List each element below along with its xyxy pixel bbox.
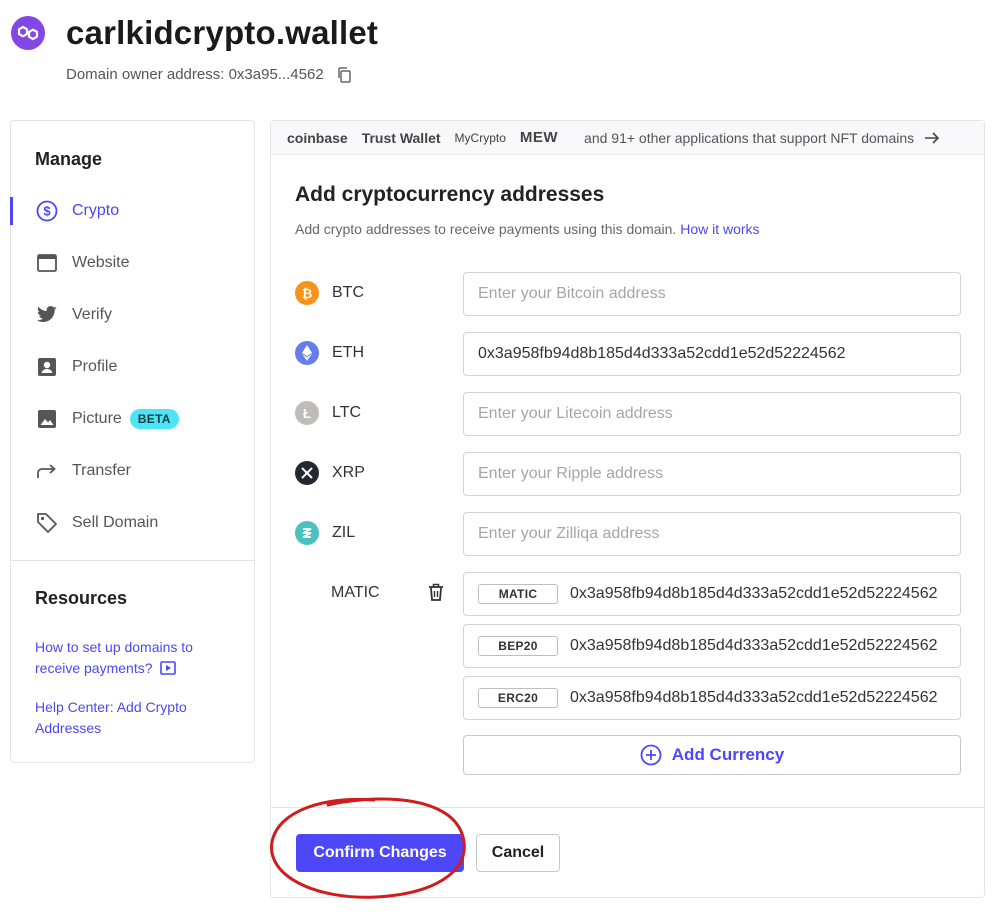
twitter-bird-icon <box>36 304 58 326</box>
sidebar-item-website[interactable]: Website <box>11 241 254 285</box>
plus-circle-icon <box>640 744 662 766</box>
currency-ticker: XRP <box>332 464 365 481</box>
price-tag-icon <box>36 512 58 534</box>
more-apps-link[interactable]: and 91+ other applications that support … <box>584 130 914 146</box>
copy-icon[interactable] <box>337 66 351 83</box>
forward-arrow-icon <box>36 460 58 482</box>
sidebar-item-label: Crypto <box>72 202 120 219</box>
currency-label-eth: ETH <box>295 341 364 365</box>
sidebar-item-crypto[interactable]: $ Crypto <box>10 189 254 233</box>
currency-ticker: BTC <box>332 284 364 301</box>
main-panel: coinbase Trust Wallet MyCrypto MEW and 9… <box>270 120 985 898</box>
how-it-works-link[interactable]: How it works <box>680 221 759 237</box>
add-currency-button[interactable]: Add Currency <box>463 735 961 775</box>
sidebar-item-label: Picture <box>72 410 122 427</box>
matic-chain-row[interactable]: MATIC <box>463 572 961 616</box>
confirm-changes-button[interactable]: Confirm Changes <box>296 834 464 872</box>
chain-tag: ERC20 <box>478 688 558 708</box>
sidebar-divider <box>11 560 254 561</box>
ethereum-icon <box>295 341 319 365</box>
sidebar-item-label: Website <box>72 254 130 271</box>
domain-title: carlkidcrypto.wallet <box>66 14 379 51</box>
currency-ticker: ZIL <box>332 524 356 541</box>
sidebar: Manage $ Crypto Website Verify Profile P… <box>10 120 255 763</box>
erc20-chain-address-input[interactable] <box>570 689 960 707</box>
video-play-icon <box>160 660 177 681</box>
resource-link-setup-payments[interactable]: How to set up domains to receive payment… <box>35 637 235 681</box>
sidebar-item-label: Verify <box>72 306 113 323</box>
sidebar-item-verify[interactable]: Verify <box>11 293 254 337</box>
chain-tag: BEP20 <box>478 636 558 656</box>
beta-badge: BETA <box>129 409 179 429</box>
chain-tag: MATIC <box>478 584 558 604</box>
section-subtitle: Add crypto addresses to receive payments… <box>295 221 760 237</box>
svg-text:Ł: Ł <box>303 406 311 420</box>
zilliqa-icon <box>295 521 319 545</box>
currency-label-btc: ₿ BTC <box>295 281 364 305</box>
owner-address-label: Domain owner address: 0x3a95...4562 <box>66 66 324 83</box>
app-mew: MEW <box>519 129 559 146</box>
manage-title: Manage <box>35 149 103 169</box>
sidebar-item-picture[interactable]: Picture BETA <box>11 397 254 441</box>
bep20-chain-row[interactable]: BEP20 <box>463 624 961 668</box>
currency-label-matic: MATIC <box>331 584 380 601</box>
xrp-address-input[interactable] <box>463 452 961 496</box>
footer-divider <box>271 807 984 808</box>
section-subtitle-text: Add crypto addresses to receive payments… <box>295 221 677 237</box>
polygon-logo-icon <box>11 16 45 50</box>
ltc-address-input[interactable] <box>463 392 961 436</box>
sidebar-item-label: Sell Domain <box>72 514 159 531</box>
bitcoin-icon: ₿ <box>295 281 319 305</box>
resources-title: Resources <box>35 588 128 608</box>
currency-label-ltc: Ł LTC <box>295 401 361 425</box>
sidebar-item-label: Transfer <box>72 462 131 479</box>
btc-address-input[interactable] <box>463 272 961 316</box>
app-trust-wallet: Trust Wallet <box>361 129 441 146</box>
cancel-button[interactable]: Cancel <box>476 834 560 872</box>
app-mycrypto: MyCrypto <box>454 130 506 145</box>
eth-address-input[interactable] <box>463 332 961 376</box>
sidebar-item-transfer[interactable]: Transfer <box>11 449 254 493</box>
app-coinbase: coinbase <box>287 129 348 146</box>
sidebar-item-sell-domain[interactable]: Sell Domain <box>11 501 254 545</box>
image-icon <box>36 408 58 430</box>
add-currency-label: Add Currency <box>671 745 785 764</box>
svg-text:$: $ <box>43 204 51 219</box>
arrow-right-icon[interactable] <box>924 131 940 145</box>
currency-label-xrp: XRP <box>295 461 365 485</box>
bep20-chain-address-input[interactable] <box>570 637 960 655</box>
currency-ticker: LTC <box>332 404 362 421</box>
dollar-circle-icon: $ <box>36 200 58 222</box>
trash-icon[interactable] <box>428 583 444 601</box>
ripple-icon <box>295 461 319 485</box>
litecoin-icon: Ł <box>295 401 319 425</box>
zil-address-input[interactable] <box>463 512 961 556</box>
sidebar-item-label: Profile <box>72 358 118 375</box>
matic-chain-address-input[interactable] <box>570 585 960 603</box>
currency-ticker: ETH <box>332 344 364 361</box>
svg-text:₿: ₿ <box>302 286 313 300</box>
owner-address: Domain owner address: 0x3a95...4562 <box>66 66 351 83</box>
currency-label-zil: ZIL <box>295 521 355 545</box>
profile-card-icon <box>36 356 58 378</box>
erc20-chain-row[interactable]: ERC20 <box>463 676 961 720</box>
sidebar-item-profile[interactable]: Profile <box>11 345 254 389</box>
resource-link-help-center[interactable]: Help Center: Add Crypto Addresses <box>35 697 235 739</box>
section-title: Add cryptocurrency addresses <box>295 183 605 206</box>
supported-apps-bar[interactable]: coinbase Trust Wallet MyCrypto MEW and 9… <box>271 121 984 155</box>
browser-window-icon <box>36 252 58 274</box>
